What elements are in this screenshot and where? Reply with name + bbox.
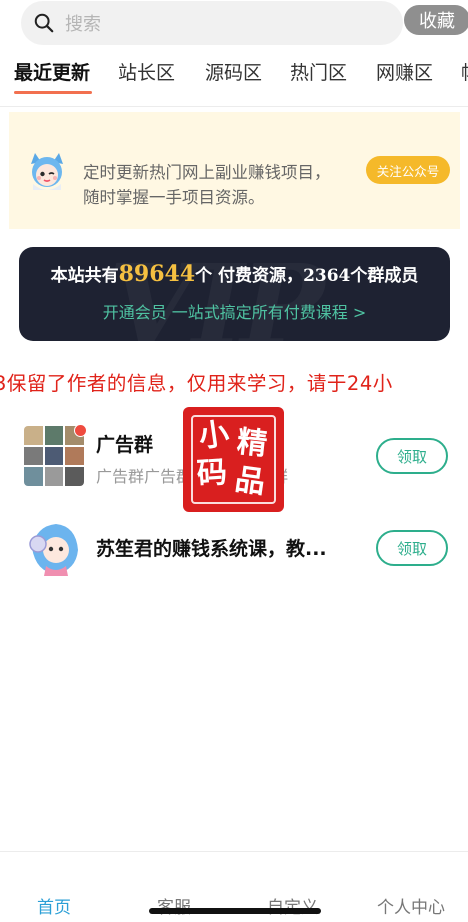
claim-button[interactable]: 领取 bbox=[376, 438, 448, 474]
seal-char: 小 bbox=[196, 416, 232, 455]
nav-home[interactable]: 首页 bbox=[37, 893, 71, 918]
search-icon bbox=[34, 13, 54, 33]
unread-dot bbox=[74, 424, 87, 437]
open-membership-link[interactable]: 开通会员 一站式搞定所有付费课程 > bbox=[19, 299, 450, 323]
disclaimer-marquee: 3保留了作者的信息，仅用来学习，请于24小 bbox=[0, 367, 468, 397]
course-avatar bbox=[24, 518, 84, 578]
notice-text: 定时更新热门网上副业赚钱项目，随时掌握一手项目资源。 bbox=[83, 163, 331, 207]
seal-stamp: 小 精 码 品 bbox=[183, 407, 284, 512]
member-stats: 本站共有89644个 付费资源，2364个群成员 bbox=[19, 261, 450, 287]
nav-customer-service[interactable]: 客服 bbox=[157, 893, 191, 918]
search-bar[interactable]: 搜索 bbox=[21, 1, 403, 45]
disclaimer-text: 3保留了作者的信息，仅用来学习，请于24小 bbox=[0, 372, 393, 395]
nav-custom[interactable]: 自定义 bbox=[267, 893, 318, 918]
tab-make-money[interactable]: 网赚区 bbox=[376, 58, 433, 85]
tabs-divider bbox=[0, 106, 468, 107]
resource-count: 89644 bbox=[118, 261, 196, 287]
tab-more[interactable]: 帖 bbox=[461, 58, 468, 85]
search-placeholder: 搜索 bbox=[65, 14, 101, 35]
bottom-nav-divider bbox=[0, 851, 468, 852]
tab-hot[interactable]: 热门区 bbox=[290, 58, 347, 85]
stats-prefix: 本站共有 bbox=[50, 266, 119, 286]
mascot-avatar bbox=[31, 153, 63, 190]
seal-char: 品 bbox=[232, 462, 268, 501]
member-count: 2364 bbox=[303, 266, 351, 286]
claim-button[interactable]: 领取 bbox=[376, 530, 448, 566]
list-item[interactable]: 苏笙君的赚钱系统课，教... 领取 bbox=[0, 514, 468, 584]
membership-card[interactable]: VIP 本站共有89644个 付费资源，2364个群成员 开通会员 一站式搞定所… bbox=[19, 247, 450, 341]
nav-profile[interactable]: 个人中心 bbox=[377, 893, 445, 918]
active-tab-indicator bbox=[14, 91, 92, 94]
seal-char: 码 bbox=[195, 454, 229, 493]
item-title: 广告群 bbox=[96, 434, 154, 456]
stats-suffix: 个群成员 bbox=[350, 266, 419, 286]
seal-char: 精 bbox=[235, 424, 269, 463]
follow-account-button[interactable]: 关注公众号 bbox=[366, 156, 450, 184]
stats-mid: 个 付费资源， bbox=[195, 266, 304, 286]
favorite-button[interactable]: 收藏 bbox=[404, 5, 468, 35]
tab-source-code[interactable]: 源码区 bbox=[205, 58, 262, 85]
home-indicator bbox=[149, 908, 321, 914]
item-title: 苏笙君的赚钱系统课，教... bbox=[96, 538, 327, 560]
tab-webmaster[interactable]: 站长区 bbox=[118, 58, 175, 85]
tab-latest[interactable]: 最近更新 bbox=[14, 58, 90, 85]
category-tabs: 最近更新 站长区 源码区 热门区 网赚区 帖 bbox=[0, 54, 468, 96]
notice-banner: 定时更新热门网上副业赚钱项目，随时掌握一手项目资源。 关注公众号 bbox=[9, 112, 460, 229]
